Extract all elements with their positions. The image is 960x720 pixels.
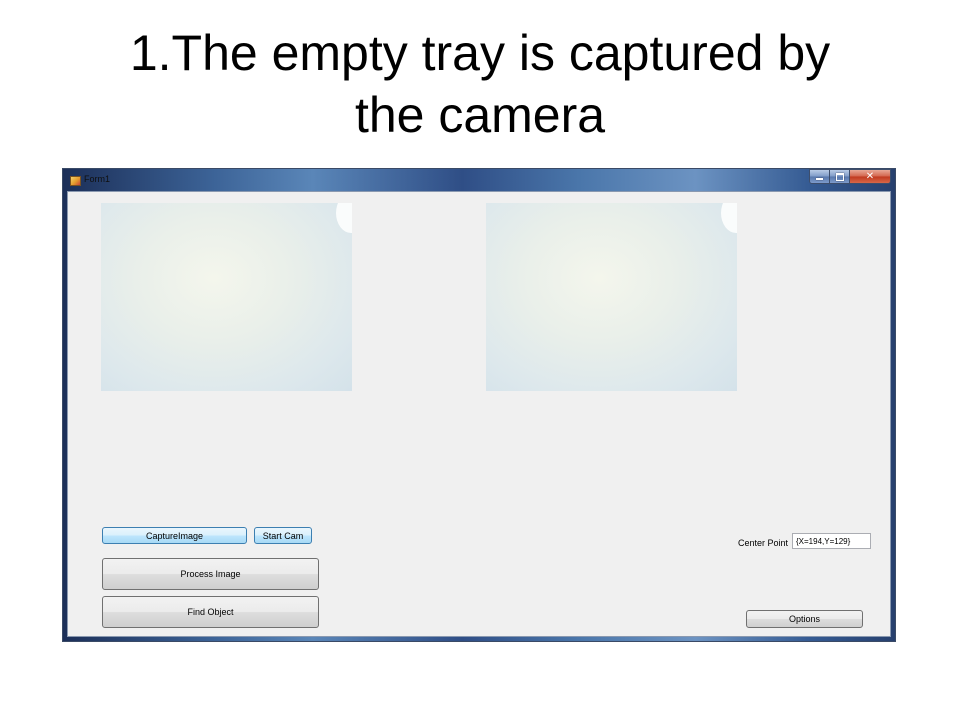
process-image-button[interactable]: Process Image xyxy=(102,558,319,590)
maximize-button[interactable] xyxy=(830,169,850,184)
maximize-icon xyxy=(835,172,844,181)
form1-window: Form1 ✕ CaptureImage Start Cam Process I… xyxy=(62,168,896,642)
slide-title-line-1: 1.The empty tray is captured by xyxy=(129,25,831,81)
minimize-button[interactable] xyxy=(809,169,830,184)
close-icon: ✕ xyxy=(865,171,875,182)
center-point-field[interactable] xyxy=(792,533,871,549)
window-title: Form1 xyxy=(84,174,111,184)
capture-image-button[interactable]: CaptureImage xyxy=(102,527,247,544)
form-app-icon[interactable] xyxy=(70,176,81,186)
form-client-area: CaptureImage Start Cam Process Image Fin… xyxy=(67,191,891,637)
captured-image-box xyxy=(101,203,352,391)
options-button[interactable]: Options xyxy=(746,610,863,628)
processed-image-box xyxy=(486,203,737,391)
slide-title-line-2: the camera xyxy=(354,87,606,143)
start-cam-button[interactable]: Start Cam xyxy=(254,527,312,544)
window-titlebar[interactable]: Form1 ✕ xyxy=(63,169,895,191)
slide-title: 1.The empty tray is captured by the came… xyxy=(0,22,960,146)
center-point-label: Center Point xyxy=(738,538,789,548)
minimize-icon xyxy=(816,177,823,180)
find-object-button[interactable]: Find Object xyxy=(102,596,319,628)
close-button[interactable]: ✕ xyxy=(850,169,891,184)
caption-buttons: ✕ xyxy=(809,169,891,185)
